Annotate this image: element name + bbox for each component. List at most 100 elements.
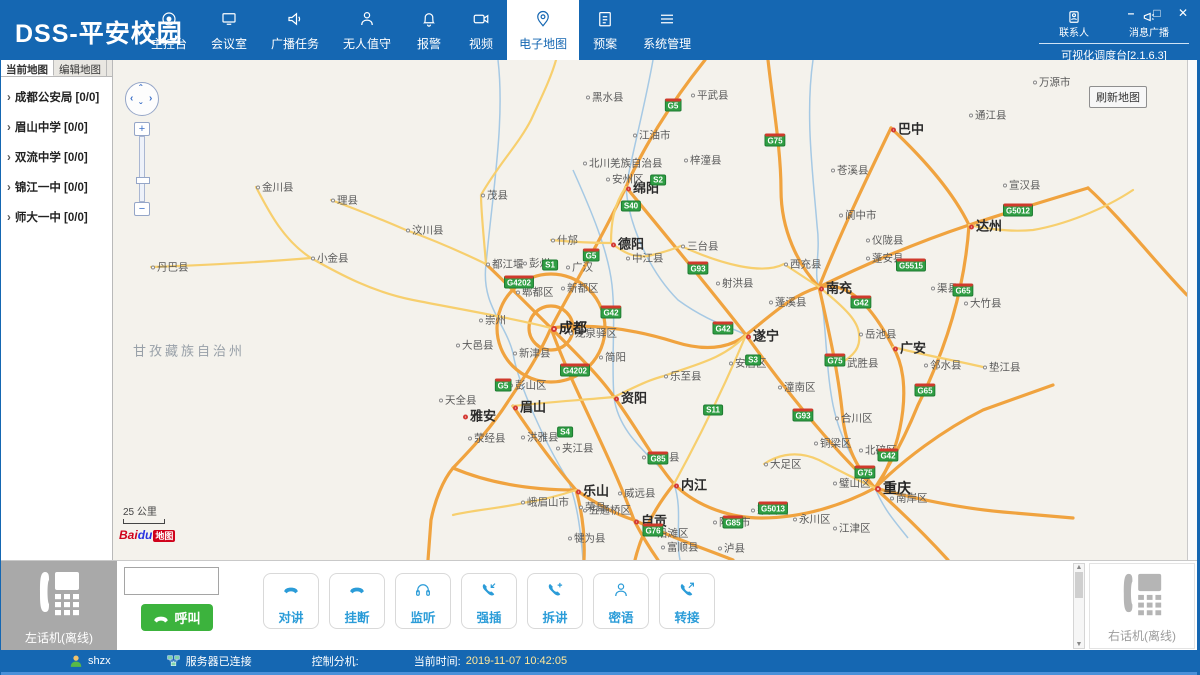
pan-right-icon[interactable]: ›: [149, 93, 152, 104]
pan-left-icon[interactable]: ‹: [130, 93, 133, 104]
current-time: 2019-11-07 10:42:05: [466, 655, 567, 667]
zoom-out-button[interactable]: −: [134, 202, 150, 216]
map-label-什邡: 什邡: [551, 233, 578, 248]
tree-item-师大一中[interactable]: ›师大一中 [0/0]: [7, 209, 112, 225]
scroll-down-icon[interactable]: ▼: [1074, 641, 1084, 648]
nav-tab-label: 无人值守: [343, 35, 391, 52]
city-marker-icon: [556, 447, 560, 451]
map-pan-control[interactable]: ˆ ˇ ‹ ›: [125, 82, 159, 116]
nav-tab-label: 电子地图: [519, 35, 567, 52]
nav-tab-广播任务[interactable]: 广播任务: [259, 0, 331, 60]
map-label-乐山: 乐山: [576, 481, 609, 500]
expand-arrow-icon[interactable]: ›: [7, 152, 11, 164]
broadcast-icon: [271, 9, 319, 29]
left-phone-label: 左话机(离线): [1, 629, 117, 646]
map-label-江油市: 江油市: [633, 128, 671, 143]
scroll-up-icon[interactable]: ▲: [1074, 564, 1084, 571]
city-marker-icon: [764, 463, 768, 467]
phone-panel-scrollbar[interactable]: ▲ ▼: [1073, 563, 1085, 649]
map-label-平武县: 平武县: [691, 88, 729, 103]
phone-keypad-icon: [1117, 570, 1167, 616]
nav-tab-报警[interactable]: 报警: [403, 0, 455, 60]
map-label-广安: 广安: [893, 338, 926, 357]
server-status: 服务器已连接: [166, 653, 252, 669]
action-button-挂断[interactable]: 挂断: [329, 573, 385, 629]
map-label-五通桥区: 五通桥区: [583, 503, 631, 518]
city-marker-icon: [866, 257, 870, 261]
map-label-甘孜藏族自治州: 甘孜藏族自治州: [133, 341, 245, 360]
highway-badge-G75: G75: [824, 354, 845, 367]
map-label-泸县: 泸县: [718, 541, 745, 556]
tree-item-眉山中学[interactable]: ›眉山中学 [0/0]: [7, 119, 112, 135]
phone-keypad-icon: [33, 568, 85, 616]
nav-tab-预案[interactable]: 预案: [579, 0, 631, 60]
highway-badge-G5: G5: [583, 249, 600, 262]
nav-tab-无人值守[interactable]: 无人值守: [331, 0, 403, 60]
tree-item-双流中学[interactable]: ›双流中学 [0/0]: [7, 149, 112, 165]
nav-tab-主控台[interactable]: 主控台: [139, 0, 199, 60]
action-button-密语[interactable]: 密语: [593, 573, 649, 629]
action-button-强插[interactable]: 强插: [461, 573, 517, 629]
nav-tab-label: 主控台: [151, 35, 187, 52]
map-label-西充县: 西充县: [784, 257, 822, 272]
call-button[interactable]: 呼叫: [141, 604, 213, 631]
expand-arrow-icon[interactable]: ›: [7, 122, 11, 134]
map-label-大邑县: 大邑县: [456, 338, 494, 353]
action-button-对讲[interactable]: 对讲: [263, 573, 319, 629]
map-label-万源市: 万源市: [1033, 75, 1071, 90]
message-broadcast-button[interactable]: 消息广播: [1129, 10, 1169, 39]
contacts-button[interactable]: 联系人: [1059, 10, 1089, 39]
map-label-龙泉驿区: 龙泉驿区: [569, 326, 617, 341]
server-status-text: 服务器已连接: [186, 653, 252, 669]
tree-item-锦江一中[interactable]: ›锦江一中 [0/0]: [7, 179, 112, 195]
map-canvas[interactable]: 成都重庆绵阳德阳巴中达州南充遂宁广安资阳眉山雅安乐山内江自贡甘孜藏族自治州黑水县…: [113, 60, 1187, 560]
city-marker-icon: [875, 486, 881, 492]
map-label-内江: 内江: [674, 475, 707, 494]
zoom-track[interactable]: [139, 136, 145, 202]
expand-arrow-icon[interactable]: ›: [7, 92, 11, 104]
nav-tab-电子地图[interactable]: 电子地图: [507, 0, 579, 60]
pan-down-icon[interactable]: ˇ: [139, 102, 142, 113]
nav-tab-视频[interactable]: 视频: [455, 0, 507, 60]
map-label-仪陇县: 仪陇县: [866, 233, 904, 248]
zoom-in-button[interactable]: +: [134, 122, 150, 136]
expand-arrow-icon[interactable]: ›: [7, 212, 11, 224]
city-marker-icon: [406, 229, 410, 233]
sidebar-tab-编辑地图[interactable]: 编辑地图: [54, 60, 107, 76]
nav-tab-会议室[interactable]: 会议室: [199, 0, 259, 60]
map-label-威远县: 威远县: [618, 486, 656, 501]
left-phone-tile[interactable]: 左话机(离线): [1, 561, 117, 651]
action-button-拆讲[interactable]: 拆讲: [527, 573, 583, 629]
pan-up-icon[interactable]: ˆ: [139, 84, 142, 95]
highway-badge-G75: G75: [854, 466, 875, 479]
city-marker-icon: [568, 537, 572, 541]
right-phone-tile[interactable]: 右话机(离线): [1089, 563, 1195, 649]
nav-tab-系统管理[interactable]: 系统管理: [631, 0, 703, 60]
sidebar-tab-当前地图[interactable]: 当前地图: [1, 60, 54, 76]
scroll-thumb[interactable]: [1075, 572, 1083, 598]
city-marker-icon: [924, 364, 928, 368]
city-marker-icon: [633, 134, 637, 138]
highway-badge-G42: G42: [600, 306, 621, 319]
zoom-thumb[interactable]: [136, 177, 150, 184]
city-marker-icon: [551, 326, 557, 332]
city-marker-icon: [866, 239, 870, 243]
action-button-监听[interactable]: 监听: [395, 573, 451, 629]
map-label-三台县: 三台县: [681, 239, 719, 254]
city-marker-icon: [835, 417, 839, 421]
map-label-资阳: 资阳: [614, 388, 647, 407]
tree-item-成都公安局[interactable]: ›成都公安局 [0/0]: [7, 89, 112, 105]
map-label-潼南区: 潼南区: [778, 380, 816, 395]
status-bar: shzx 服务器已连接 控制分机: 当前时间: 2019-11-07 10:42…: [1, 650, 1200, 672]
city-marker-icon: [513, 352, 517, 356]
city-marker-icon: [784, 263, 788, 267]
expand-arrow-icon[interactable]: ›: [7, 182, 11, 194]
refresh-map-button[interactable]: 刷新地图: [1089, 86, 1147, 108]
action-button-转接[interactable]: 转接: [659, 573, 715, 629]
console-icon: [151, 9, 187, 29]
map-zoom-slider[interactable]: + −: [134, 122, 150, 216]
highway-badge-S3: S3: [745, 355, 761, 366]
city-marker-icon: [481, 194, 485, 198]
dial-number-input[interactable]: [124, 567, 219, 595]
map-label-北川羌族自治县: 北川羌族自治县: [583, 156, 663, 171]
